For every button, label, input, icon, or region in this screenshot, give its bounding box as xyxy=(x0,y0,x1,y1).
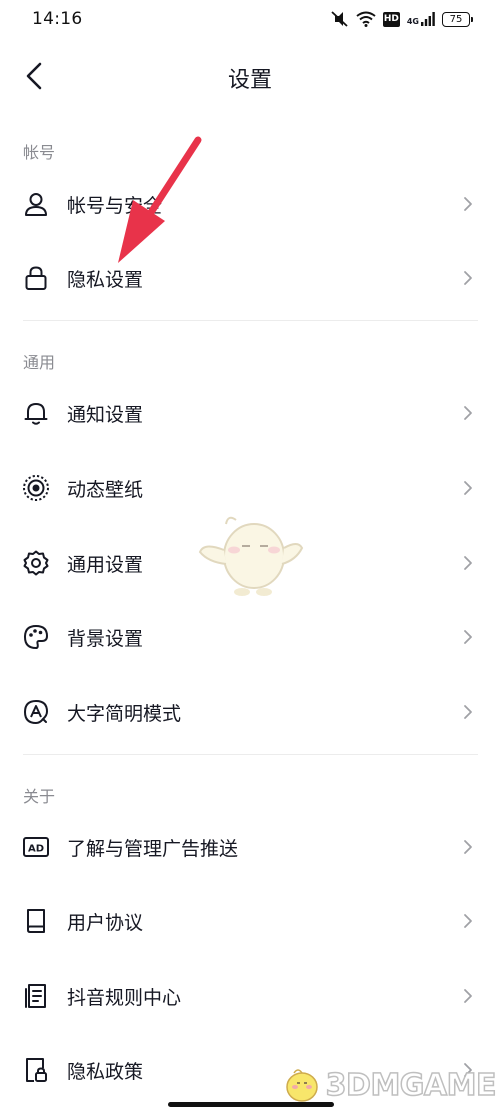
settings-row-rules-center[interactable]: 抖音规则中心 xyxy=(0,966,500,1026)
book-icon xyxy=(22,907,50,935)
row-label: 了解与管理广告推送 xyxy=(67,837,239,860)
large-font-icon xyxy=(22,698,50,726)
chevron-right-icon xyxy=(462,703,474,721)
chevron-right-icon xyxy=(462,479,474,497)
chevron-right-icon xyxy=(462,987,474,1005)
row-label: 帐号与安全 xyxy=(67,194,163,217)
status-time: 14:16 xyxy=(32,9,83,29)
status-bar: 14:16 HD 4G 75 xyxy=(0,0,500,38)
page-title: 设置 xyxy=(227,68,272,93)
ad-icon: AD xyxy=(22,833,50,861)
home-indicator[interactable] xyxy=(168,1102,334,1107)
chevron-right-icon xyxy=(462,912,474,930)
settings-row-large-font-mode[interactable]: 大字简明模式 xyxy=(0,682,500,742)
row-label: 隐私设置 xyxy=(67,268,144,291)
section-header-general: 通用 xyxy=(23,353,56,372)
svg-text:AD: AD xyxy=(28,844,44,855)
gear-icon xyxy=(22,549,50,577)
row-label: 通用设置 xyxy=(67,553,144,576)
watermark-mascot-icon xyxy=(285,1069,318,1102)
watermark-text: 3DMGAME xyxy=(325,1067,497,1104)
settings-row-user-agreement[interactable]: 用户协议 xyxy=(0,891,500,951)
settings-row-notifications[interactable]: 通知设置 xyxy=(0,383,500,443)
status-icons: HD 4G 75 xyxy=(329,10,473,28)
chevron-right-icon xyxy=(462,404,474,422)
row-label: 动态壁纸 xyxy=(67,478,144,501)
section-header-account: 帐号 xyxy=(23,143,56,162)
row-label: 大字简明模式 xyxy=(67,702,182,725)
bell-icon xyxy=(22,399,50,427)
mute-icon xyxy=(329,10,349,28)
hd-icon: HD xyxy=(382,11,400,27)
row-label: 隐私政策 xyxy=(67,1060,144,1083)
settings-row-ad-management[interactable]: AD 了解与管理广告推送 xyxy=(0,817,500,877)
row-label: 抖音规则中心 xyxy=(67,986,182,1009)
chevron-right-icon xyxy=(462,838,474,856)
rules-document-icon xyxy=(22,982,50,1010)
nav-bar: 设置 xyxy=(0,40,500,112)
mascot-watermark-icon xyxy=(198,516,304,596)
chevron-right-icon xyxy=(462,195,474,213)
live-wallpaper-icon xyxy=(22,474,50,502)
battery-level: 75 xyxy=(449,13,463,25)
settings-row-privacy[interactable]: 隐私设置 xyxy=(0,248,500,308)
chevron-right-icon xyxy=(462,269,474,287)
section-header-about: 关于 xyxy=(23,787,56,806)
cellular-signal-icon: 4G xyxy=(407,12,435,26)
lock-icon xyxy=(22,264,50,292)
row-label: 背景设置 xyxy=(67,627,144,650)
battery-icon: 75 xyxy=(442,11,473,27)
section-divider xyxy=(23,320,478,321)
chevron-right-icon xyxy=(462,628,474,646)
wifi-icon xyxy=(356,11,376,27)
row-label: 通知设置 xyxy=(67,403,144,426)
network-type: 4G xyxy=(406,17,419,26)
palette-icon xyxy=(22,623,50,651)
chevron-right-icon xyxy=(462,554,474,572)
settings-row-account-security[interactable]: 帐号与安全 xyxy=(0,174,500,234)
row-label: 用户协议 xyxy=(67,911,144,934)
settings-row-live-wallpaper[interactable]: 动态壁纸 xyxy=(0,458,500,518)
settings-row-background[interactable]: 背景设置 xyxy=(0,607,500,667)
person-icon xyxy=(22,190,50,218)
site-watermark: 3DMGAME xyxy=(282,1065,497,1105)
section-divider xyxy=(23,754,478,755)
privacy-policy-icon xyxy=(22,1056,50,1084)
